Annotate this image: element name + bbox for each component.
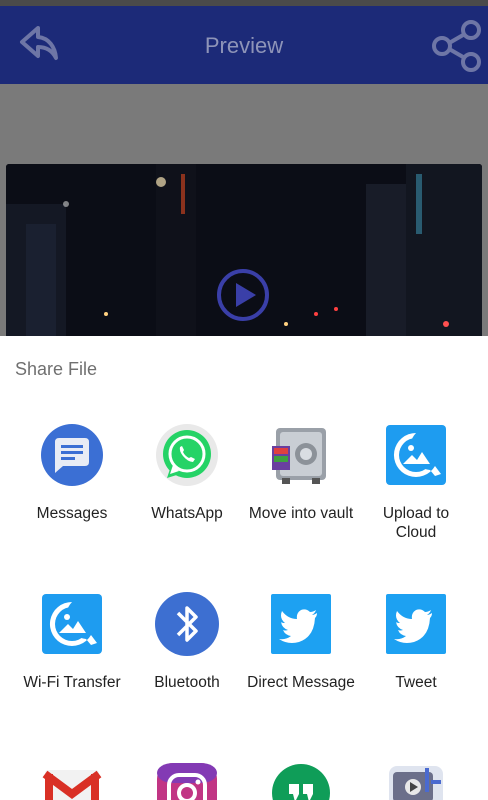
video-preview[interactable]	[6, 164, 482, 340]
share-target-label: Bluetooth	[154, 674, 220, 691]
share-icon	[432, 20, 481, 72]
share-target-whatsapp[interactable]: WhatsApp	[128, 422, 246, 523]
hangouts-icon	[272, 764, 330, 800]
share-target-instagram[interactable]	[128, 760, 246, 800]
share-target-label: Upload to Cloud	[382, 505, 450, 541]
share-target-label: WhatsApp	[151, 505, 223, 522]
whatsapp-icon	[156, 424, 218, 486]
vault-icon	[272, 428, 326, 484]
share-target-label: Wi-Fi Transfer	[23, 674, 121, 691]
bluetooth-icon	[155, 592, 219, 656]
share-button[interactable]	[430, 20, 484, 72]
share-target-gmail[interactable]	[13, 760, 131, 800]
screen: Preview Share File Messages WhatsApp Mov…	[0, 0, 488, 800]
share-target-wifi-transfer[interactable]: Wi-Fi Transfer	[13, 591, 131, 692]
wifi-transfer-icon	[42, 594, 102, 654]
share-target-hangouts[interactable]	[242, 760, 360, 800]
instagram-icon	[157, 763, 217, 800]
twitter-icon	[386, 594, 446, 654]
share-sheet-title: Share File	[15, 359, 98, 379]
share-target-video-editor[interactable]	[357, 760, 475, 800]
share-target-tweet[interactable]: Tweet	[357, 591, 475, 692]
share-target-label: Direct Message	[247, 674, 355, 691]
twitter-dm-icon	[271, 594, 331, 654]
app-bar: Preview	[0, 6, 488, 84]
video-editor-icon	[389, 766, 443, 800]
share-sheet: Share File Messages WhatsApp Move into v…	[0, 336, 488, 800]
messages-icon	[41, 424, 103, 486]
share-target-bluetooth[interactable]: Bluetooth	[128, 591, 246, 692]
share-target-direct-message[interactable]: Direct Message	[242, 591, 360, 692]
gmail-icon	[42, 770, 102, 800]
page-title: Preview	[204, 33, 284, 58]
share-target-upload-cloud[interactable]: Upload to Cloud	[357, 422, 475, 542]
share-target-label: Move into vault	[248, 505, 354, 522]
share-target-messages[interactable]: Messages	[13, 422, 131, 523]
video-thumbnail	[6, 164, 482, 340]
share-target-label: Messages	[36, 505, 108, 522]
share-target-label: Tweet	[395, 674, 437, 691]
cloud-upload-icon	[386, 425, 446, 485]
share-target-vault[interactable]: Move into vault	[242, 422, 360, 523]
